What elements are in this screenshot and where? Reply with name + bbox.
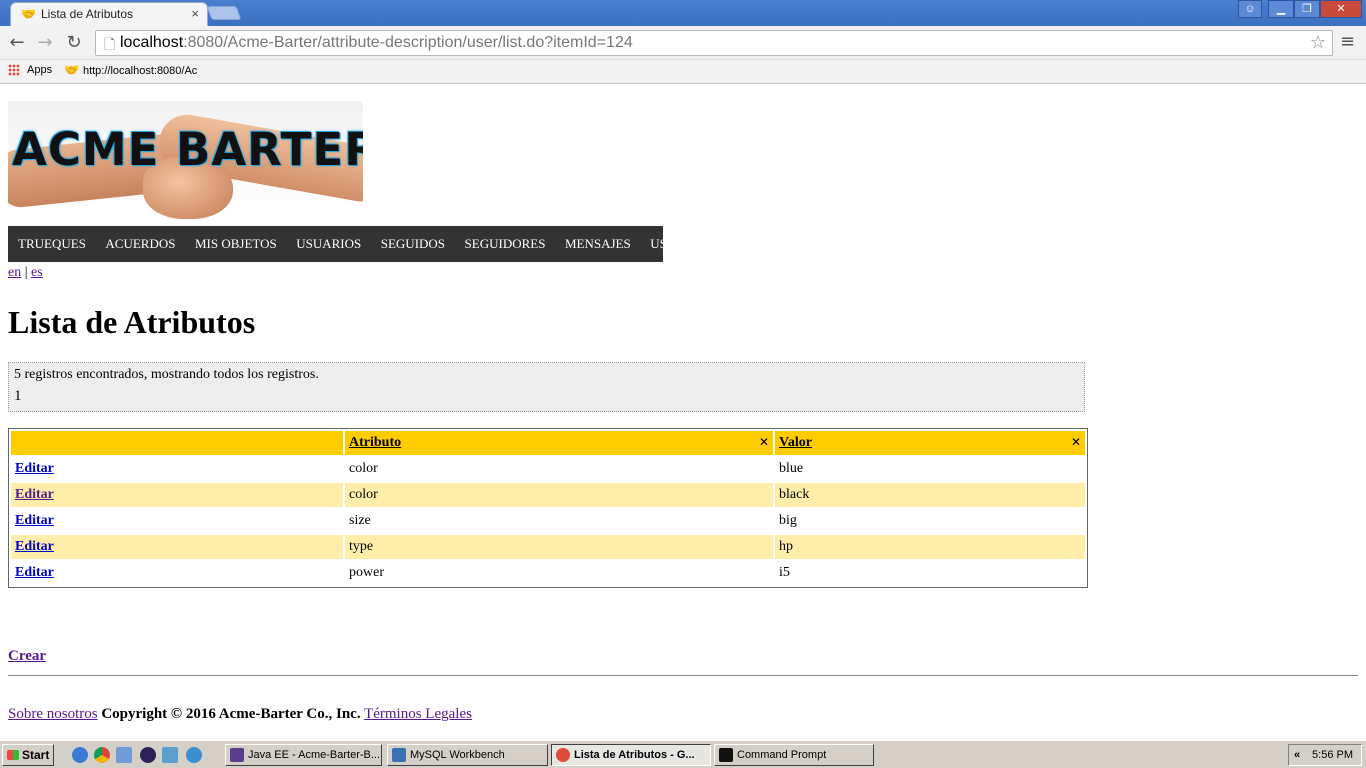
value-cell: hp [775, 535, 1085, 559]
attribute-cell: type [345, 535, 773, 559]
chrome-icon [556, 748, 570, 762]
eclipse-icon [230, 748, 244, 762]
table-row: Editar color black [11, 483, 1085, 507]
attribute-cell: color [349, 461, 378, 476]
edit-link[interactable]: Editar [15, 513, 54, 528]
lang-es-link[interactable]: es [31, 265, 43, 280]
attribute-cell: color [345, 483, 773, 507]
logo-text: ACME BARTER [12, 123, 363, 176]
main-menu: TRUEQUES ACUERDOS MIS OBJETOS USUARIOS S… [8, 226, 690, 262]
lang-en-link[interactable]: en [8, 265, 21, 280]
header-value: Valor ✕ [775, 431, 1085, 455]
acme-barter-banner[interactable]: ACME BARTER [8, 101, 363, 221]
menu-item-acuerdos[interactable]: ACUERDOS [105, 236, 175, 252]
windows-taskbar: Start Java EE - Acme-Barter-B... MySQL W… [0, 740, 1366, 768]
notepad-icon[interactable] [116, 747, 132, 763]
table-row: Editar type hp [11, 535, 1085, 559]
create-link[interactable]: Crear [8, 648, 46, 665]
table-row: Editar color blue [11, 457, 1085, 481]
new-tab-button[interactable] [206, 6, 242, 20]
reload-icon[interactable]: ↻ [63, 32, 85, 54]
menu-item-mensajes[interactable]: MENSAJES [565, 236, 631, 252]
menu-item-seguidos[interactable]: SEGUIDOS [381, 236, 445, 252]
mysql-icon [392, 748, 406, 762]
clear-sort-icon[interactable]: ✕ [1071, 435, 1081, 449]
value-cell: i5 [779, 565, 790, 580]
menu-item-mis-objetos[interactable]: MIS OBJETOS [195, 236, 277, 252]
sort-attribute-link[interactable]: Atributo [349, 435, 401, 450]
ie-icon[interactable] [72, 747, 88, 763]
page-title: Lista de Atributos [8, 304, 256, 340]
system-tray: « 5:56 PM [1288, 744, 1362, 766]
attribute-cell: size [349, 513, 371, 528]
edit-link[interactable]: Editar [15, 461, 54, 476]
bookmark-localhost[interactable]: 🤝 http://localhost:8080/Ac [64, 63, 204, 77]
value-cell: big [779, 513, 797, 528]
about-us-link[interactable]: Sobre nosotros [8, 706, 98, 722]
table-row: Editar power i5 [11, 561, 1085, 585]
profile-icon[interactable]: ☺ [1238, 0, 1262, 18]
close-window-button[interactable]: ✕ [1320, 0, 1362, 18]
forward-arrow-icon[interactable]: → [34, 32, 56, 54]
sort-value-link[interactable]: Valor [779, 435, 812, 450]
pagination-banner: 5 registros encontrados, mostrando todos… [8, 362, 1085, 412]
legal-terms-link[interactable]: Términos Legales [364, 706, 472, 722]
page-content: ACME BARTER TRUEQUES ACUERDOS MIS OBJETO… [0, 85, 1366, 740]
value-cell: blue [779, 461, 804, 476]
header-attribute: Atributo ✕ [345, 431, 773, 455]
browser-titlebar: 🤝 Lista de Atributos × ☺ ▁ ❐ ✕ [0, 0, 1366, 26]
menu-item-trueques[interactable]: TRUEQUES [18, 236, 86, 252]
minimize-button[interactable]: ▁ [1268, 0, 1294, 18]
tab-close-icon[interactable]: × [191, 6, 199, 21]
address-bar[interactable]: 🗋 localhost:8080/Acme-Barter/attribute-d… [95, 30, 1333, 56]
edit-link[interactable]: Editar [15, 539, 54, 554]
bookmarks-bar: Apps 🤝 http://localhost:8080/Ac [0, 60, 1366, 84]
task-command-prompt[interactable]: Command Prompt [714, 744, 874, 766]
attribute-cell: power [349, 565, 384, 580]
tab-title: Lista de Atributos [41, 7, 134, 21]
footer: Sobre nosotros Copyright © 2016 Acme-Bar… [8, 706, 472, 723]
handshake-favicon-icon: 🤝 [21, 7, 36, 21]
table-header-row: Atributo ✕ Valor ✕ [11, 431, 1085, 455]
language-switcher: en | es [8, 265, 43, 281]
records-found-text: 5 registros encontrados, mostrando todos… [14, 367, 319, 382]
start-button[interactable]: Start [2, 744, 54, 766]
maximize-button[interactable]: ❐ [1294, 0, 1320, 18]
header-actions [11, 431, 343, 455]
url-text[interactable]: localhost:8080/Acme-Barter/attribute-des… [120, 34, 633, 52]
clear-sort-icon[interactable]: ✕ [759, 435, 769, 449]
apps-grid-icon[interactable] [8, 64, 20, 76]
bookmark-apps[interactable]: Apps [27, 64, 52, 76]
network-icon[interactable] [186, 747, 202, 763]
desktop-icon[interactable] [162, 747, 178, 763]
cmd-icon [719, 748, 733, 762]
lang-separator: | [21, 265, 32, 280]
windows-logo-icon [7, 750, 19, 760]
clock[interactable]: 5:56 PM [1312, 745, 1353, 765]
copyright-text: Copyright © 2016 Acme-Barter Co., Inc. [101, 706, 361, 722]
task-chrome[interactable]: Lista de Atributos - G... [551, 744, 711, 766]
task-mysql-workbench[interactable]: MySQL Workbench [387, 744, 548, 766]
chrome-icon[interactable] [94, 747, 110, 763]
back-arrow-icon[interactable]: ← [6, 32, 28, 54]
browser-tab[interactable]: 🤝 Lista de Atributos × [10, 2, 208, 26]
task-eclipse[interactable]: Java EE - Acme-Barter-B... [225, 744, 382, 766]
attributes-table: Atributo ✕ Valor ✕ Editar color blue Edi… [8, 428, 1088, 588]
table-row: Editar size big [11, 509, 1085, 533]
tray-expand-icon[interactable]: « [1294, 745, 1300, 765]
menu-item-user1[interactable]: USER1 [650, 236, 690, 252]
eclipse-icon[interactable] [140, 747, 156, 763]
page-icon: 🗋 [104, 36, 116, 52]
edit-link[interactable]: Editar [15, 487, 54, 502]
chrome-menu-icon[interactable]: ≡ [1340, 31, 1355, 52]
handshake-favicon-icon: 🤝 [64, 63, 79, 77]
bookmark-star-icon[interactable]: ☆ [1310, 32, 1326, 53]
browser-toolbar: ← → ↻ 🗋 localhost:8080/Acme-Barter/attri… [0, 26, 1366, 60]
edit-link[interactable]: Editar [15, 565, 54, 580]
value-cell: black [775, 483, 1085, 507]
footer-divider [8, 675, 1358, 676]
menu-item-usuarios[interactable]: USUARIOS [296, 236, 361, 252]
page-number: 1 [14, 388, 22, 404]
menu-item-seguidores[interactable]: SEGUIDORES [465, 236, 546, 252]
